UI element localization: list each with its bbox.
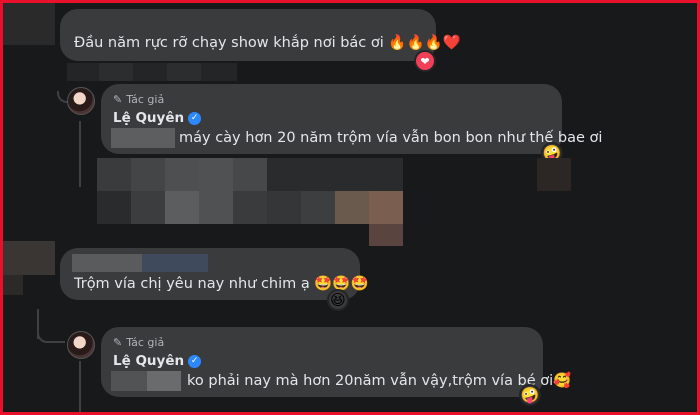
blurred-image — [233, 158, 267, 191]
blurred-strip — [67, 63, 237, 81]
comment-text: Trộm vía chị yêu nay như chim ạ 🤩🤩🤩 — [74, 276, 369, 292]
blurred-image — [165, 158, 199, 191]
comment-bubble: Đầu năm rực rỡ chạy show khắp nơi bác ơi… — [60, 9, 461, 61]
blurred-image — [97, 158, 131, 191]
comment-text: Đầu năm rực rỡ chạy show khắp nơi bác ơi… — [74, 35, 461, 51]
pen-icon: ✎ — [113, 93, 123, 106]
author-avatar[interactable] — [67, 87, 95, 115]
author-name[interactable]: Lệ Quyên ✓ — [113, 351, 202, 371]
blurred-strip — [167, 63, 201, 81]
crazy-face-reaction-icon[interactable]: 🤪 — [519, 384, 541, 406]
blurred-strip — [99, 63, 133, 81]
author-tag-label: Tác giả — [126, 93, 165, 106]
author-name-label: Lệ Quyên — [113, 110, 185, 126]
thread-line — [79, 361, 81, 412]
heart-reaction-icon[interactable]: ❤ — [414, 50, 436, 72]
verified-badge-icon: ✓ — [188, 354, 202, 368]
author-tag: ✎ Tác giả — [113, 333, 164, 353]
comment-thread-screenshot: Đầu năm rực rỡ chạy show khắp nơi bác ơi… — [0, 0, 700, 415]
blurred-image — [301, 191, 335, 224]
reply-bubble: ✎ Tác giả Lệ Quyên ✓ ko phải nay mà hơn … — [101, 327, 571, 397]
author-avatar[interactable] — [67, 331, 95, 359]
blurred-image — [165, 191, 199, 224]
blurred-mention — [147, 371, 181, 391]
blurred-name — [72, 254, 142, 272]
reply-text: máy cày hơn 20 năm trộm vía vẫn bon bon … — [179, 130, 603, 146]
blurred-image — [369, 191, 403, 224]
blurred-avatar — [3, 241, 55, 275]
reply-bubble: ✎ Tác giả Lệ Quyên ✓ máy cày hơn 20 năm … — [101, 84, 602, 154]
author-name[interactable]: Lệ Quyên ✓ — [113, 108, 202, 128]
blurred-mention — [111, 128, 175, 148]
comment-bubble: Trộm vía chị yêu nay như chim ạ 🤩🤩🤩 — [60, 248, 369, 300]
grinning-squint-reaction-icon[interactable]: 😆 — [327, 289, 349, 311]
blurred-image — [537, 158, 571, 191]
thread-connector — [37, 329, 65, 343]
blurred-image — [267, 191, 301, 224]
verified-badge-icon: ✓ — [188, 111, 202, 125]
author-tag-label: Tác giả — [126, 336, 165, 349]
blurred-image — [131, 191, 165, 224]
pen-icon: ✎ — [113, 336, 123, 349]
blurred-image — [131, 158, 165, 191]
author-tag: ✎ Tác giả — [113, 90, 164, 110]
thread-line — [79, 121, 81, 187]
author-name-label: Lệ Quyên — [113, 353, 185, 369]
blurred-image — [199, 191, 233, 224]
blurred-image — [199, 158, 233, 191]
blurred-image — [335, 191, 369, 224]
blurred-avatar — [3, 275, 23, 295]
reply-text: ko phải nay mà hơn 20năm vẫn vậy,trộm ví… — [187, 373, 572, 389]
blurred-image — [233, 191, 267, 224]
blurred-name — [142, 254, 208, 272]
blurred-avatar — [3, 3, 55, 45]
blurred-image — [369, 224, 403, 246]
